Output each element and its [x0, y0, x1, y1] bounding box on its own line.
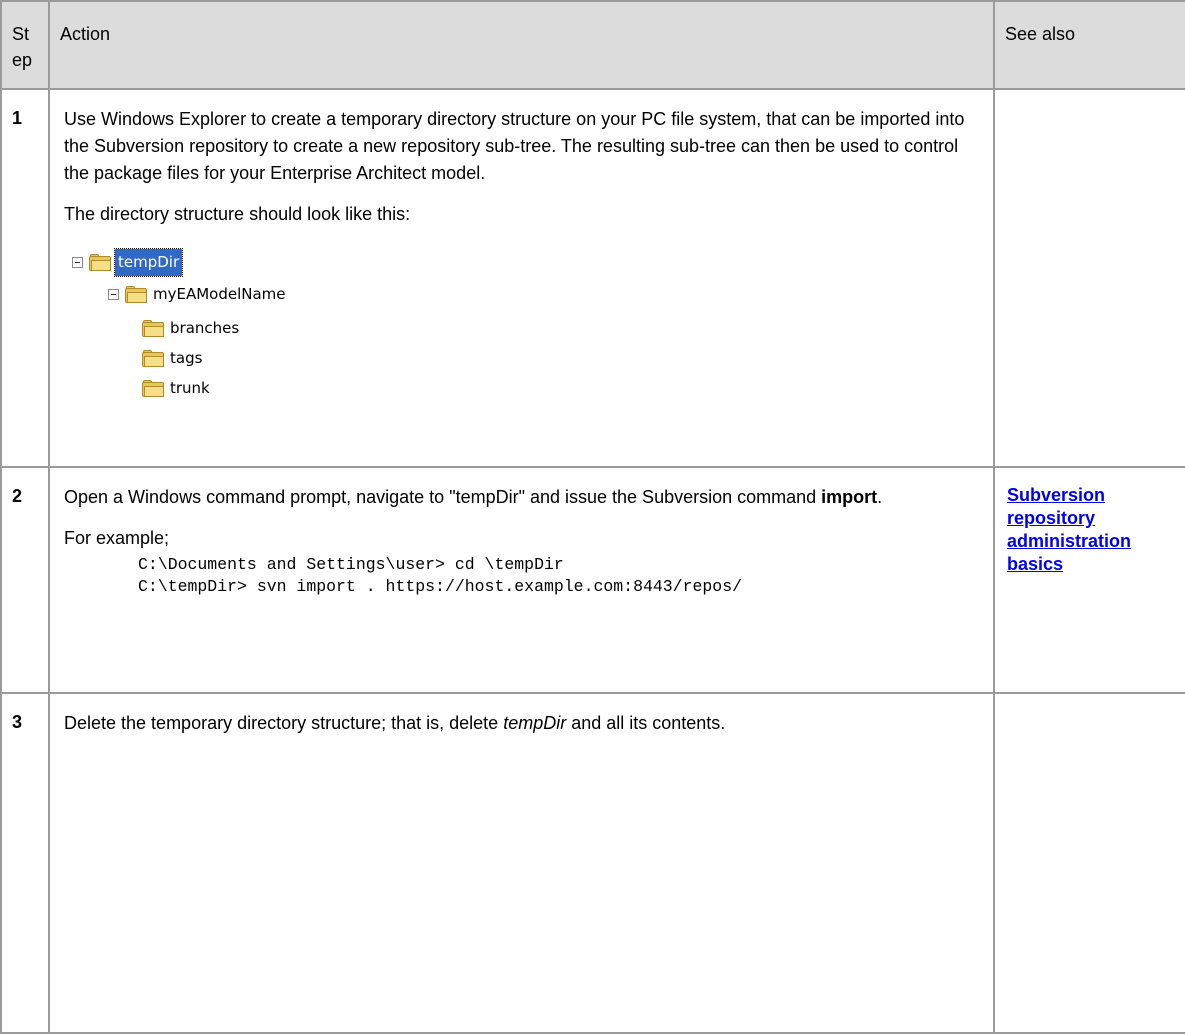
table-row: 1 Use Windows Explorer to create a tempo…	[0, 88, 1185, 468]
folder-icon	[142, 379, 164, 397]
collapse-icon[interactable]	[72, 256, 83, 268]
tree-node-tags[interactable]: tags	[142, 346, 204, 370]
tree-node-trunk[interactable]: trunk	[142, 376, 212, 400]
action-cell: Open a Windows command prompt, navigate …	[48, 466, 995, 694]
tree-node-tempdir[interactable]: tempDir	[72, 247, 184, 277]
step-number: 2	[12, 486, 23, 506]
step-number-cell: 2	[0, 466, 50, 694]
tree-label: tags	[170, 348, 203, 367]
tree-label: branches	[170, 318, 240, 337]
folder-icon	[142, 349, 164, 367]
step-number-cell: 3	[0, 692, 50, 1034]
step-1-paragraph: Use Windows Explorer to create a tempora…	[64, 109, 965, 183]
header-step-cell: St ep	[0, 0, 50, 90]
code-line-2: C:\tempDir> svn import . https://host.ex…	[138, 577, 742, 596]
tree-label: tempDir	[113, 247, 184, 277]
see-also-cell: Subversion repository administration bas…	[993, 466, 1185, 694]
folder-icon	[142, 319, 164, 337]
tree-label: myEAModelName	[153, 284, 286, 303]
header-action-cell: Action	[48, 0, 995, 90]
step-number-cell: 1	[0, 88, 50, 468]
table-header-row: St ep Action See also	[0, 0, 1185, 90]
dir-name: tempDir	[503, 713, 567, 733]
tree-node-branches[interactable]: branches	[142, 316, 241, 340]
subversion-admin-link[interactable]: Subversion repository administration bas…	[1007, 485, 1131, 574]
action-cell: Delete the temporary directory structure…	[48, 692, 995, 1034]
code-line-1: C:\Documents and Settings\user> cd \temp…	[138, 555, 564, 574]
step-number: 1	[12, 108, 23, 128]
see-also-cell	[993, 88, 1185, 468]
steps-table: St ep Action See also 1 Use Windows Expl…	[0, 0, 1185, 1034]
step-number: 3	[12, 712, 23, 732]
step-3-paragraph: Delete the temporary directory structure…	[64, 713, 726, 733]
directory-tree: tempDir myEAModelName branches tags trun…	[64, 246, 983, 466]
table-row: 2 Open a Windows command prompt, navigat…	[0, 466, 1185, 694]
tree-node-model[interactable]: myEAModelName	[108, 282, 288, 306]
header-action: Action	[60, 24, 111, 44]
command-name: import	[821, 487, 878, 507]
header-step: St ep	[12, 24, 33, 70]
collapse-icon[interactable]	[108, 288, 119, 300]
example-label: For example;	[64, 528, 170, 548]
see-also-cell	[993, 692, 1185, 1034]
table-row: 3 Delete the temporary directory structu…	[0, 692, 1185, 1034]
tree-label: trunk	[170, 378, 210, 397]
folder-icon	[125, 285, 147, 303]
header-see-also-cell: See also	[993, 0, 1185, 90]
folder-open-icon	[89, 253, 111, 271]
step-1-paragraph-2: The directory structure should look like…	[64, 204, 411, 224]
header-see-also: See also	[1005, 24, 1076, 44]
step-2-paragraph: Open a Windows command prompt, navigate …	[64, 487, 883, 507]
action-cell: Use Windows Explorer to create a tempora…	[48, 88, 995, 468]
